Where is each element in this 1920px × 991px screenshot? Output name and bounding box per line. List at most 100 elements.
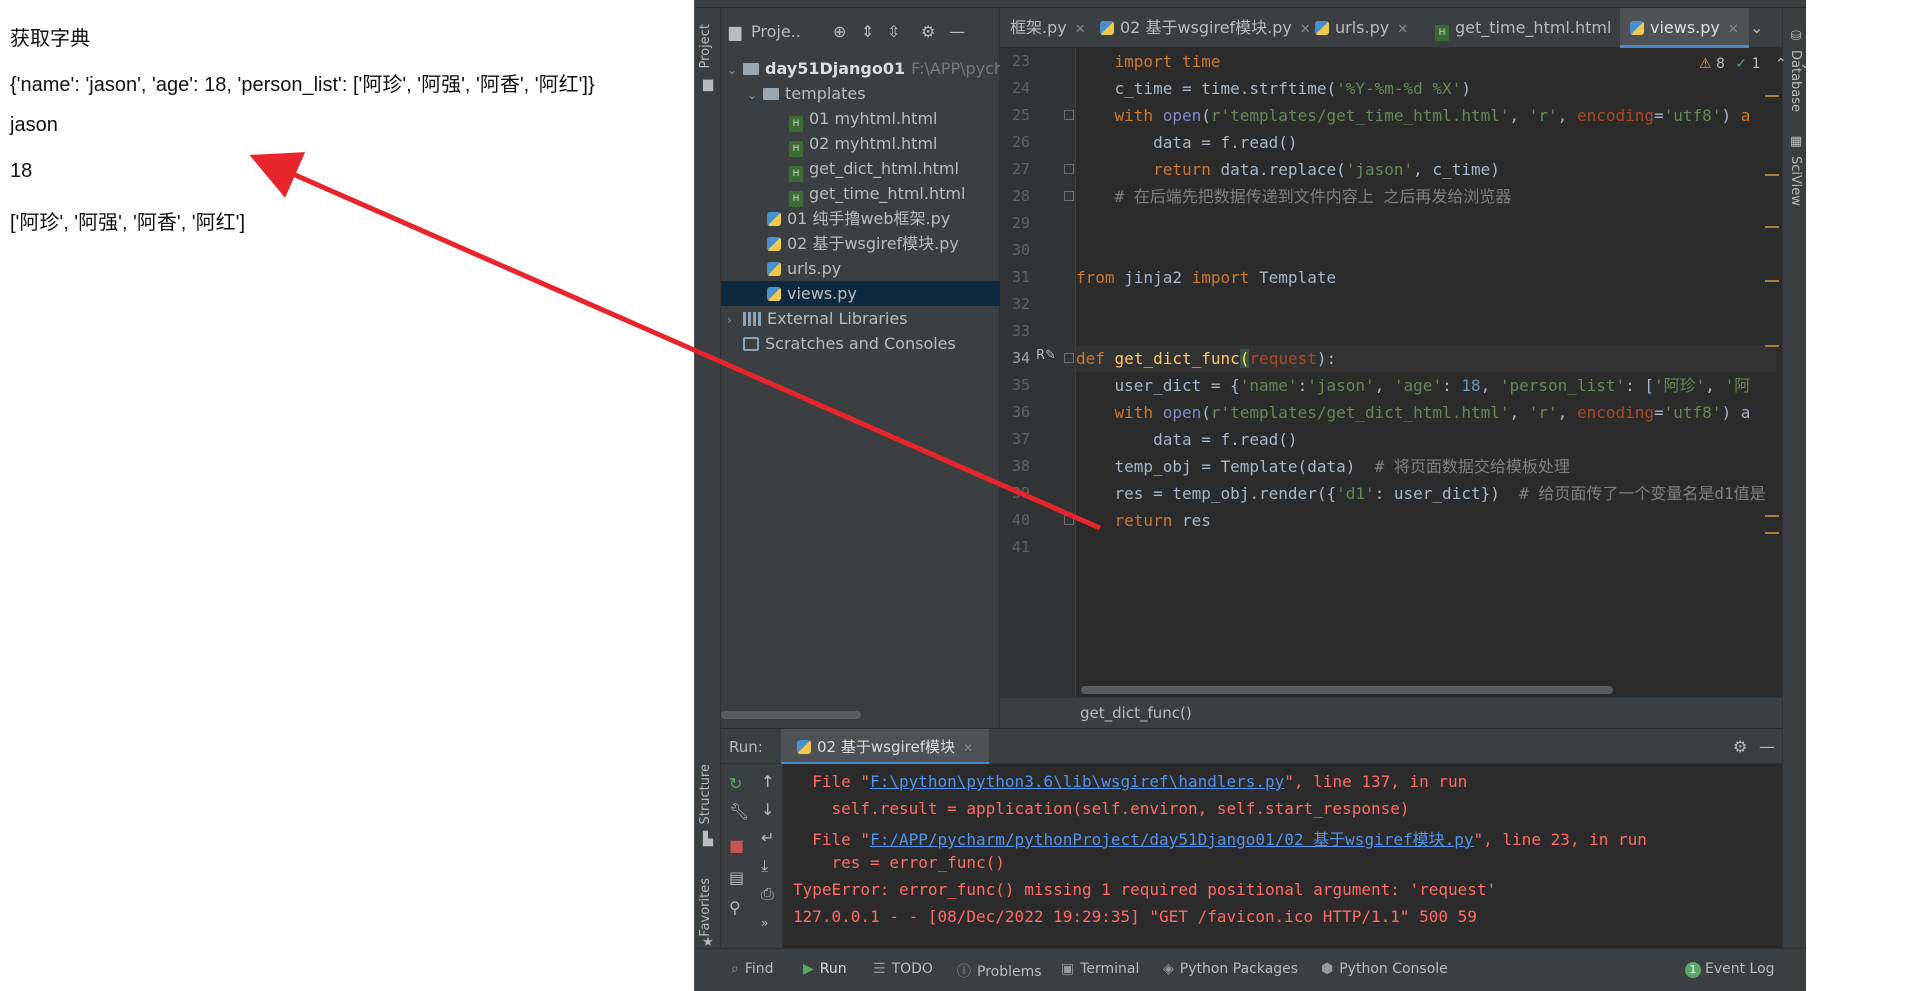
info-icon: ⓘ xyxy=(957,964,971,980)
close-icon[interactable]: ✕ xyxy=(1397,22,1408,37)
chevron-down-icon[interactable]: ⌄ xyxy=(1799,56,1806,72)
error-stripe-mark[interactable] xyxy=(1765,280,1779,282)
line-number: 34 xyxy=(1011,349,1030,367)
chevron-up-icon[interactable]: ⌃ xyxy=(1775,56,1787,72)
run-console[interactable]: File "F:\python\python3.6\lib\wsgiref\ha… xyxy=(783,764,1782,948)
wrench-icon[interactable]: 🔧︎ xyxy=(729,802,749,821)
python-console-tool-button[interactable]: ⬢ Python Console xyxy=(1321,961,1448,977)
title-strip xyxy=(695,0,1806,8)
breadcrumb-item[interactable]: get_dict_func() xyxy=(1080,704,1192,722)
tree-scratches[interactable]: Scratches and Consoles xyxy=(743,331,956,356)
console-line: TypeError: error_func() missing 1 requir… xyxy=(793,880,1497,899)
tree-file[interactable]: H 02 myhtml.html xyxy=(789,131,937,157)
code-editor[interactable]: import time c_time = time.strftime('%Y-%… xyxy=(1076,48,1776,697)
code-token: with xyxy=(1114,403,1154,422)
tab-web-framework[interactable]: 框架.py ✕ xyxy=(1000,8,1096,48)
error-stripe-mark[interactable] xyxy=(1765,95,1779,97)
tree-file-selected[interactable]: views.py xyxy=(721,281,1000,306)
console-line: res = error_func() xyxy=(793,853,1005,872)
gear-icon[interactable]: ⚙ xyxy=(921,22,935,41)
structure-icon: ▙ xyxy=(703,832,713,847)
locate-icon[interactable]: ⊕ xyxy=(833,22,846,41)
error-stripe-mark[interactable] xyxy=(1765,532,1779,534)
code-token: 'jason' xyxy=(1307,376,1375,395)
tree-folder-templates[interactable]: ⌄ templates xyxy=(747,81,866,106)
event-log-tool-button[interactable]: 1 Event Log xyxy=(1685,961,1775,978)
collapse-all-icon[interactable]: ⇳ xyxy=(887,22,900,41)
tab-get-time-html[interactable]: Hget_time_html.html✕ xyxy=(1425,8,1640,48)
arrow-down-icon[interactable]: ↓ xyxy=(761,800,774,819)
file-link[interactable]: F:\python\python3.6\lib\wsgiref\handlers… xyxy=(870,772,1284,791)
run-tool-button[interactable]: ▶ Run xyxy=(803,961,847,977)
find-tool-button[interactable]: ⌕ Find xyxy=(731,961,774,977)
soft-wrap-icon[interactable]: ↵ xyxy=(761,828,774,847)
tree-root[interactable]: ⌄ day51Django01 F:\APP\pychar xyxy=(727,56,1020,81)
print-icon[interactable]: ⎙ xyxy=(761,884,774,904)
tree-file[interactable]: Hget_dict_html.html xyxy=(789,156,959,182)
project-scrollbar[interactable] xyxy=(721,711,861,719)
error-stripe-mark[interactable] xyxy=(1765,226,1779,228)
line-number: 27 xyxy=(1011,160,1030,178)
tree-file[interactable]: H 01 myhtml.html xyxy=(789,106,937,132)
tree-file[interactable]: urls.py xyxy=(767,256,841,281)
file-link[interactable]: F:/APP/pycharm/pythonProject/day51Django… xyxy=(870,830,1473,849)
code-token: ( xyxy=(1201,106,1211,125)
html-file-icon: H xyxy=(789,116,803,132)
error-stripe-mark[interactable] xyxy=(1765,345,1779,347)
structure-tool-button[interactable]: Structure xyxy=(698,764,713,824)
pin-icon[interactable]: ⚲ xyxy=(729,898,741,917)
tab-wsgiref[interactable]: 02 基于wsgiref模块.py ✕ xyxy=(1090,8,1321,48)
fold-marker-icon[interactable] xyxy=(1064,110,1074,120)
list-icon: ☰ xyxy=(873,961,886,977)
tree-file[interactable]: 01 纯手撸web框架.py xyxy=(767,206,950,231)
close-icon[interactable]: ✕ xyxy=(963,741,973,755)
tab-views[interactable]: views.py ✕ xyxy=(1620,8,1749,48)
gear-icon[interactable]: ⚙ xyxy=(1733,737,1747,756)
fold-marker-icon[interactable] xyxy=(1064,353,1074,363)
stop-icon[interactable]: ■ xyxy=(729,836,744,855)
run-tab[interactable]: 02 基于wsgiref模块 ✕ xyxy=(781,729,990,765)
code-token: 18 xyxy=(1461,376,1481,395)
python-file-icon xyxy=(797,740,811,754)
tree-file[interactable]: 02 基于wsgiref模块.py xyxy=(767,231,959,256)
fold-marker-icon[interactable] xyxy=(1064,164,1074,174)
close-icon[interactable]: ✕ xyxy=(1075,22,1086,37)
editor-horizontal-scrollbar[interactable] xyxy=(1081,686,1613,694)
error-stripe-mark[interactable] xyxy=(1765,174,1779,176)
browser-page: 获取字典 {'name': 'jason', 'age': 18, 'perso… xyxy=(0,0,694,991)
library-icon xyxy=(743,312,761,326)
tree-external-libraries[interactable]: › External Libraries xyxy=(727,306,908,331)
problems-tool-button[interactable]: ⓘ Problems xyxy=(957,961,1042,981)
run-toolbar-secondary: ↑ ↓ ↵ ⤓ ⎙ » xyxy=(753,764,783,948)
pencil-icon[interactable]: R✎ xyxy=(1036,348,1056,363)
sciview-tool-button[interactable]: SciView xyxy=(1788,156,1803,206)
arrow-up-icon[interactable]: ↑ xyxy=(761,772,774,791)
fold-marker-icon[interactable] xyxy=(1064,191,1074,201)
hide-icon[interactable]: — xyxy=(1759,737,1775,756)
more-icon[interactable]: » xyxy=(761,916,768,930)
run-panel-header: Run: 02 基于wsgiref模块 ✕ ⚙ — xyxy=(721,728,1782,765)
line-number: 36 xyxy=(1011,403,1030,421)
python-packages-tool-button[interactable]: ◈ Python Packages xyxy=(1163,961,1298,977)
hide-icon[interactable]: — xyxy=(949,22,965,41)
error-stripe-mark[interactable] xyxy=(1765,515,1779,517)
close-icon[interactable]: ✕ xyxy=(1728,22,1739,37)
terminal-tool-button[interactable]: ▣ Terminal xyxy=(1061,961,1139,977)
todo-tool-button[interactable]: ☰ TODO xyxy=(873,961,933,977)
favorites-tool-button[interactable]: Favorites xyxy=(698,878,713,937)
expand-all-icon[interactable]: ⇕ xyxy=(861,22,874,41)
tab-urls[interactable]: urls.py ✕ xyxy=(1305,8,1418,48)
rerun-icon[interactable]: ↻ xyxy=(729,774,742,793)
scroll-to-end-icon[interactable]: ⤓ xyxy=(761,856,768,876)
inspection-widget[interactable]: ⚠ 8 ✓ 1 ⌃ ⌄ xyxy=(1699,56,1806,72)
code-token: from xyxy=(1076,268,1115,287)
project-tool-button[interactable]: Project xyxy=(698,24,713,68)
layout-icon[interactable]: ▤ xyxy=(729,868,744,887)
tabs-menu-button[interactable]: ⌄ xyxy=(1740,8,1773,48)
code-token: ( xyxy=(1239,349,1250,368)
fold-marker-icon[interactable] xyxy=(1064,515,1074,525)
html-file-icon: H xyxy=(1435,25,1449,41)
tree-file[interactable]: Hget_time_html.html xyxy=(789,181,965,207)
line-number: 40 xyxy=(1011,511,1030,529)
project-view-dropdown[interactable]: Proje.. xyxy=(751,22,801,41)
